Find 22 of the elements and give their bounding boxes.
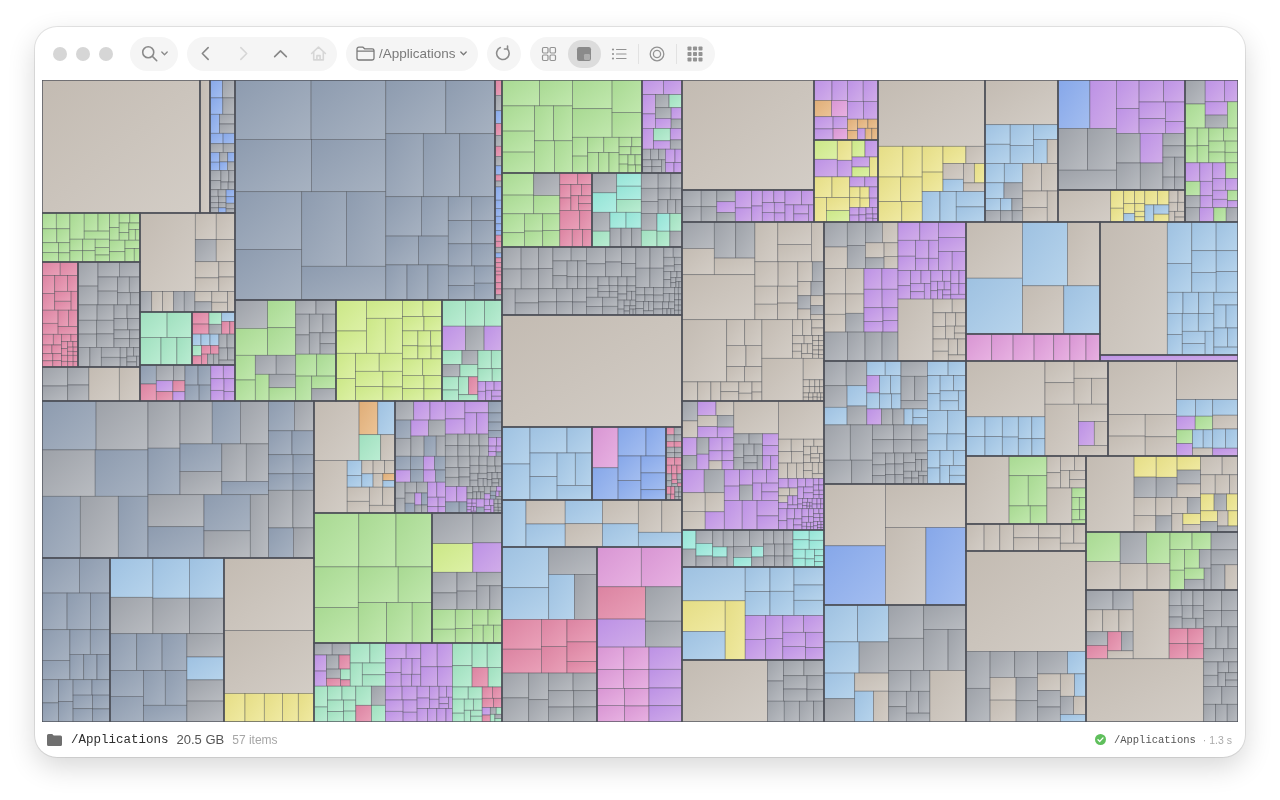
search-icon [140,45,158,62]
close-button[interactable] [53,46,67,61]
treemap-icon [576,45,593,62]
chevron-down-icon [160,51,168,56]
scan-path: /Applications [1113,733,1196,746]
square-grid-icon [687,45,704,62]
folder-icon [356,46,375,61]
refresh-icon [495,45,513,62]
total-size: 20.5 GB [176,732,225,747]
minimize-button[interactable] [76,46,90,61]
item-count: 57 items [232,732,278,747]
path-button[interactable]: /Applications [346,36,478,71]
folder-path: /Applications [71,732,169,747]
scan-time: · 1.3 s [1202,733,1232,746]
four-squares-icon [541,45,558,62]
zoom-button[interactable] [99,46,113,61]
chevron-down-icon [459,51,467,56]
refresh-button[interactable] [486,36,521,71]
treemap-view-button[interactable] [567,39,601,68]
folder-icon [47,733,62,746]
search-button[interactable] [130,36,178,71]
concentric-circles-icon [649,45,666,62]
